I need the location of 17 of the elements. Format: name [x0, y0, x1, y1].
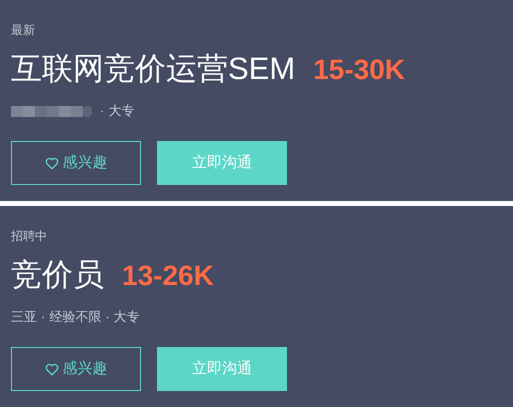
separator-dot: ·: [100, 102, 104, 120]
job-title: 互联网竞价运营SEM: [11, 50, 296, 88]
job-title: 竞价员: [11, 256, 104, 294]
salary: 15-30K: [313, 53, 406, 87]
separator-dot: ·: [105, 308, 110, 326]
interest-button[interactable]: 感兴趣: [11, 347, 141, 391]
heart-icon: [44, 156, 58, 170]
separator-dot: ·: [41, 308, 46, 326]
job-requirement: 三亚: [11, 308, 37, 326]
heart-icon: [44, 362, 58, 376]
job-status: 招聘中: [11, 228, 47, 244]
job-requirement: 大专: [114, 308, 140, 326]
interest-button[interactable]: 感兴趣: [11, 141, 141, 185]
salary: 13-26K: [122, 259, 214, 293]
job-status: 最新: [11, 22, 35, 38]
job-requirement: 经验不限: [49, 308, 102, 326]
job-requirement: 大专: [108, 102, 134, 120]
